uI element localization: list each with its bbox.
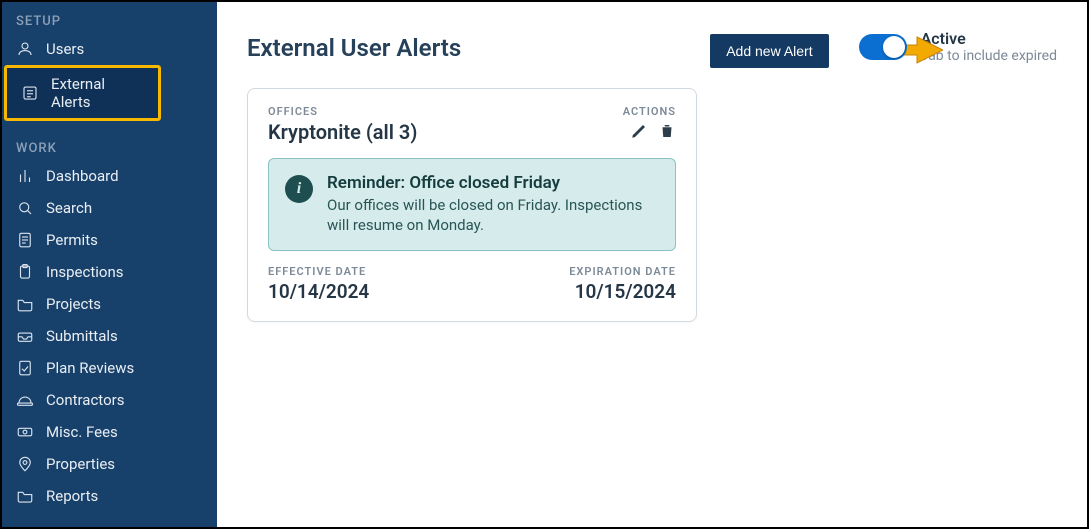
topbar: External User Alerts Add new Alert Activ… [247,28,1057,88]
sidebar-item-label: Reports [46,487,203,505]
offices-value: Kryptonite (all 3) [268,120,417,144]
tutorial-highlight: External Alerts [4,65,161,121]
person-icon [16,40,34,58]
active-toggle-block: Active Tab to include expired [859,30,1057,64]
sidebar-item-label: Properties [46,455,203,473]
document-icon [16,231,34,249]
delete-icon[interactable] [658,122,676,140]
active-toggle[interactable] [859,34,907,60]
sidebar-item-plan-reviews[interactable]: Plan Reviews [2,352,217,384]
sidebar-item-label: Contractors [46,391,203,409]
sidebar-item-external-alerts[interactable]: External Alerts [7,68,158,118]
active-toggle-subtitle: Tab to include expired [921,48,1057,64]
clipboard-icon [16,263,34,281]
sidebar-item-projects[interactable]: Projects [2,288,217,320]
effective-date-value: 10/14/2024 [268,280,369,303]
hardhat-icon [16,391,34,409]
sidebar-item-reports[interactable]: Reports [2,480,217,512]
edit-icon[interactable] [630,122,648,140]
alert-banner: i Reminder: Office closed Friday Our off… [268,158,676,251]
sidebar-item-label: Users [46,40,203,58]
sidebar-item-submittals[interactable]: Submittals [2,320,217,352]
sidebar-section-work: WORK [2,135,217,160]
sidebar-item-inspections[interactable]: Inspections [2,256,217,288]
sidebar-item-label: External Alerts [51,75,144,111]
inbox-icon [16,327,34,345]
sidebar-item-label: Permits [46,231,203,249]
offices-label: OFFICES [268,105,417,118]
pin-icon [16,455,34,473]
page-title: External User Alerts [247,28,461,62]
sidebar-item-label: Misc. Fees [46,423,203,441]
sidebar-item-contractors[interactable]: Contractors [2,384,217,416]
sidebar: SETUP Users External Alerts WORK Dashboa… [2,2,217,527]
sidebar-item-label: Dashboard [46,167,203,185]
sidebar-item-misc-fees[interactable]: Misc. Fees [2,416,217,448]
actions-label: ACTIONS [623,105,676,118]
effective-date-label: EFFECTIVE DATE [268,265,369,278]
expiration-date-value: 10/15/2024 [569,280,676,303]
sidebar-item-label: Inspections [46,263,203,281]
alert-title: Reminder: Office closed Friday [327,173,659,193]
sidebar-item-label: Projects [46,295,203,313]
add-new-alert-button[interactable]: Add new Alert [710,34,828,68]
bar-chart-icon [16,167,34,185]
main-content: External User Alerts Add new Alert Activ… [217,2,1087,527]
active-toggle-title: Active [921,30,1057,48]
info-icon: i [285,175,313,203]
money-icon [16,423,34,441]
alert-body: Our offices will be closed on Friday. In… [327,195,659,236]
folder-open-icon [16,487,34,505]
sidebar-item-label: Plan Reviews [46,359,203,377]
sidebar-item-label: Submittals [46,327,203,345]
sidebar-item-search[interactable]: Search [2,192,217,224]
sidebar-item-properties[interactable]: Properties [2,448,217,480]
list-icon [21,84,39,102]
sidebar-item-users[interactable]: Users [2,33,217,65]
folder-icon [16,295,34,313]
search-icon [16,199,34,217]
alert-card: OFFICES Kryptonite (all 3) ACTIONS i Rem… [247,88,697,322]
sidebar-item-dashboard[interactable]: Dashboard [2,160,217,192]
sidebar-item-permits[interactable]: Permits [2,224,217,256]
sidebar-section-setup: SETUP [2,8,217,33]
sidebar-item-label: Search [46,199,203,217]
expiration-date-label: EXPIRATION DATE [569,265,676,278]
document-check-icon [16,359,34,377]
